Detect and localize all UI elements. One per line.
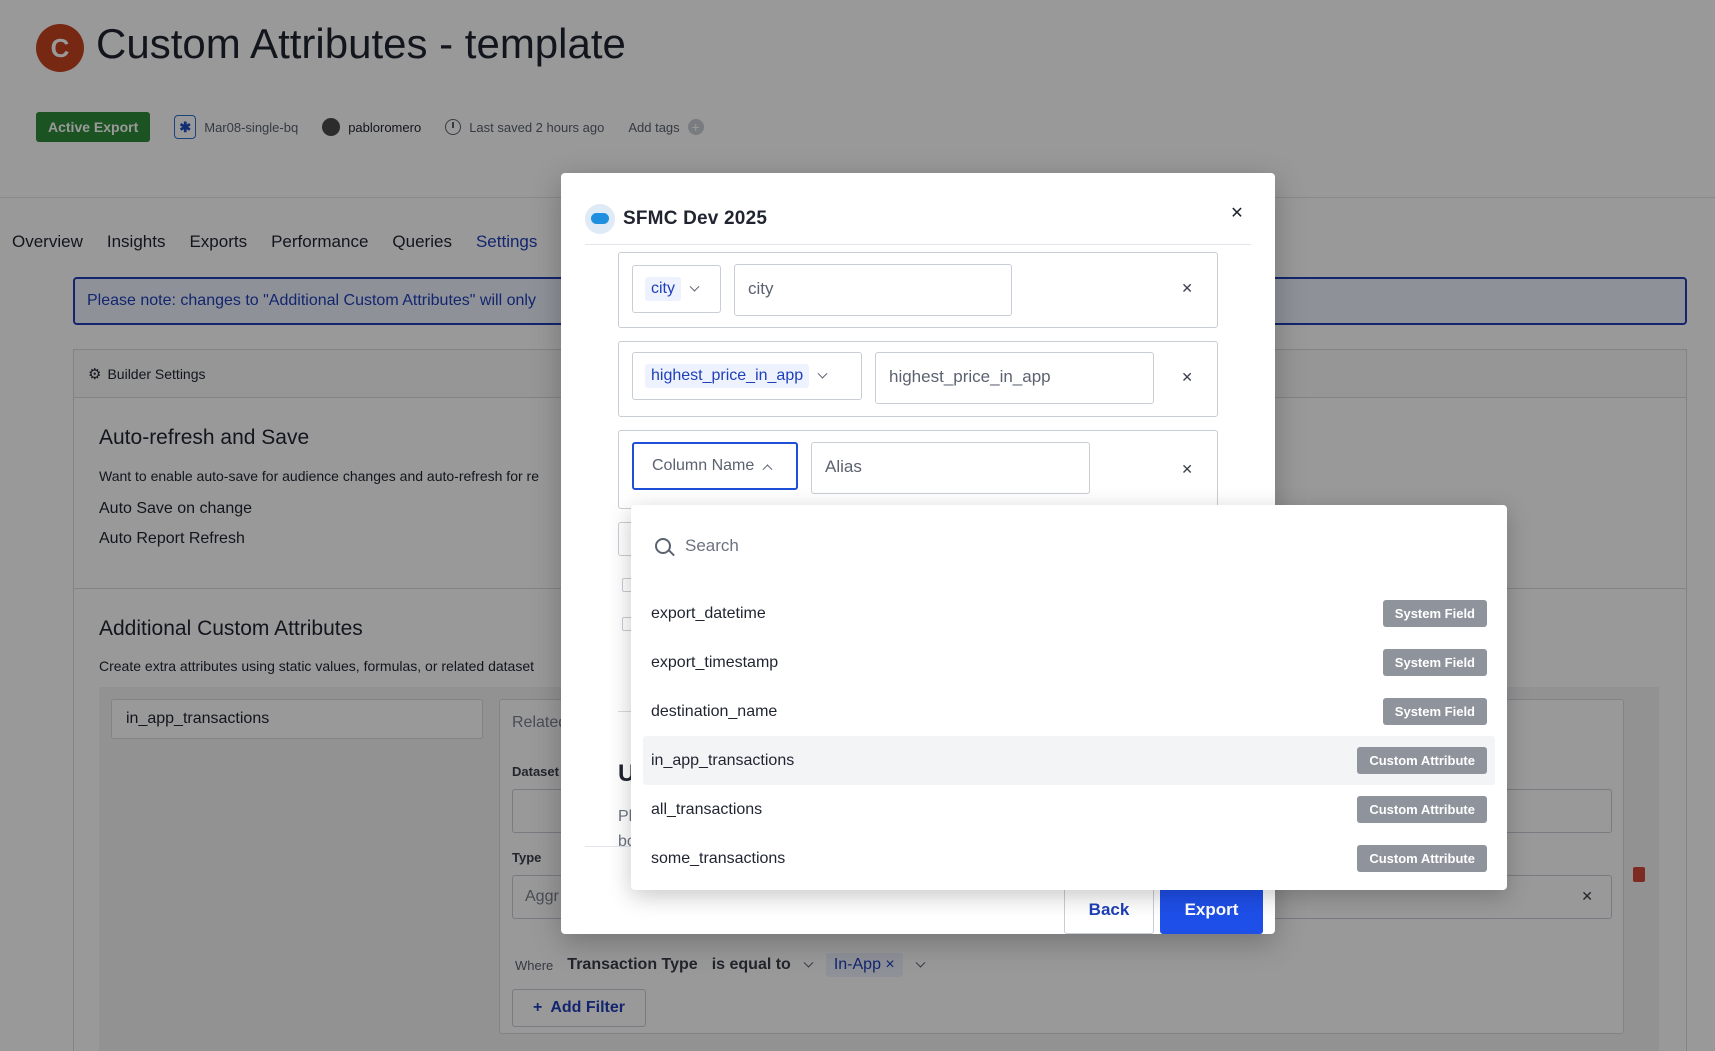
custom-attribute-badge: Custom Attribute [1357, 796, 1487, 823]
column-select[interactable]: city [632, 265, 721, 313]
custom-attribute-badge: Custom Attribute [1357, 845, 1487, 872]
chevron-down-icon [689, 281, 700, 292]
system-field-badge: System Field [1382, 649, 1487, 676]
column-chip: city [645, 277, 681, 301]
modal-header: SFMC Dev 2025 ✕ [585, 193, 1251, 245]
column-name-select[interactable]: Column Name [632, 442, 798, 490]
remove-row-icon[interactable]: ✕ [1181, 369, 1193, 386]
mapping-row-new: Column Name Alias ✕ [618, 430, 1218, 509]
search-icon [655, 538, 671, 554]
close-icon[interactable]: ✕ [1227, 203, 1247, 223]
option-label: some_transactions [651, 849, 786, 867]
system-field-badge: System Field [1382, 698, 1487, 725]
alias-input[interactable]: Alias [811, 442, 1090, 494]
dropdown-search[interactable]: Search [655, 530, 739, 562]
custom-attribute-badge: Custom Attribute [1357, 747, 1487, 774]
option-label: export_datetime [651, 604, 766, 622]
option-label: all_transactions [651, 800, 763, 818]
salesforce-logo-icon [585, 203, 615, 234]
remove-row-icon[interactable]: ✕ [1181, 461, 1193, 478]
back-button[interactable]: Back [1064, 886, 1154, 934]
search-placeholder: Search [685, 536, 739, 555]
chevron-up-icon [762, 463, 773, 474]
alias-input[interactable]: highest_price_in_app [875, 352, 1154, 404]
column-name-placeholder: Column Name [652, 457, 755, 474]
dropdown-list: export_datetime System Field export_time… [643, 589, 1495, 883]
system-field-badge: System Field [1382, 600, 1487, 627]
mapping-row: highest_price_in_app highest_price_in_ap… [618, 341, 1218, 417]
column-select[interactable]: highest_price_in_app [632, 352, 862, 400]
dropdown-option[interactable]: export_timestamp System Field [643, 638, 1495, 687]
option-label: export_timestamp [651, 653, 779, 671]
alias-input[interactable]: city [734, 264, 1012, 316]
option-label: destination_name [651, 702, 778, 720]
dropdown-option[interactable]: some_transactions Custom Attribute [643, 834, 1495, 883]
dropdown-option[interactable]: export_datetime System Field [643, 589, 1495, 638]
remove-row-icon[interactable]: ✕ [1181, 280, 1193, 297]
mapping-row: city city ✕ [618, 252, 1218, 328]
option-label: in_app_transactions [651, 751, 795, 769]
dropdown-option[interactable]: all_transactions Custom Attribute [643, 785, 1495, 834]
column-chip: highest_price_in_app [645, 364, 810, 388]
dropdown-option-hovered[interactable]: in_app_transactions Custom Attribute [643, 736, 1495, 785]
chevron-down-icon [817, 368, 828, 379]
column-dropdown: Search export_datetime System Field expo… [631, 505, 1507, 890]
export-button[interactable]: Export [1160, 886, 1263, 934]
modal-title: SFMC Dev 2025 [623, 207, 768, 229]
dropdown-option[interactable]: destination_name System Field [643, 687, 1495, 736]
